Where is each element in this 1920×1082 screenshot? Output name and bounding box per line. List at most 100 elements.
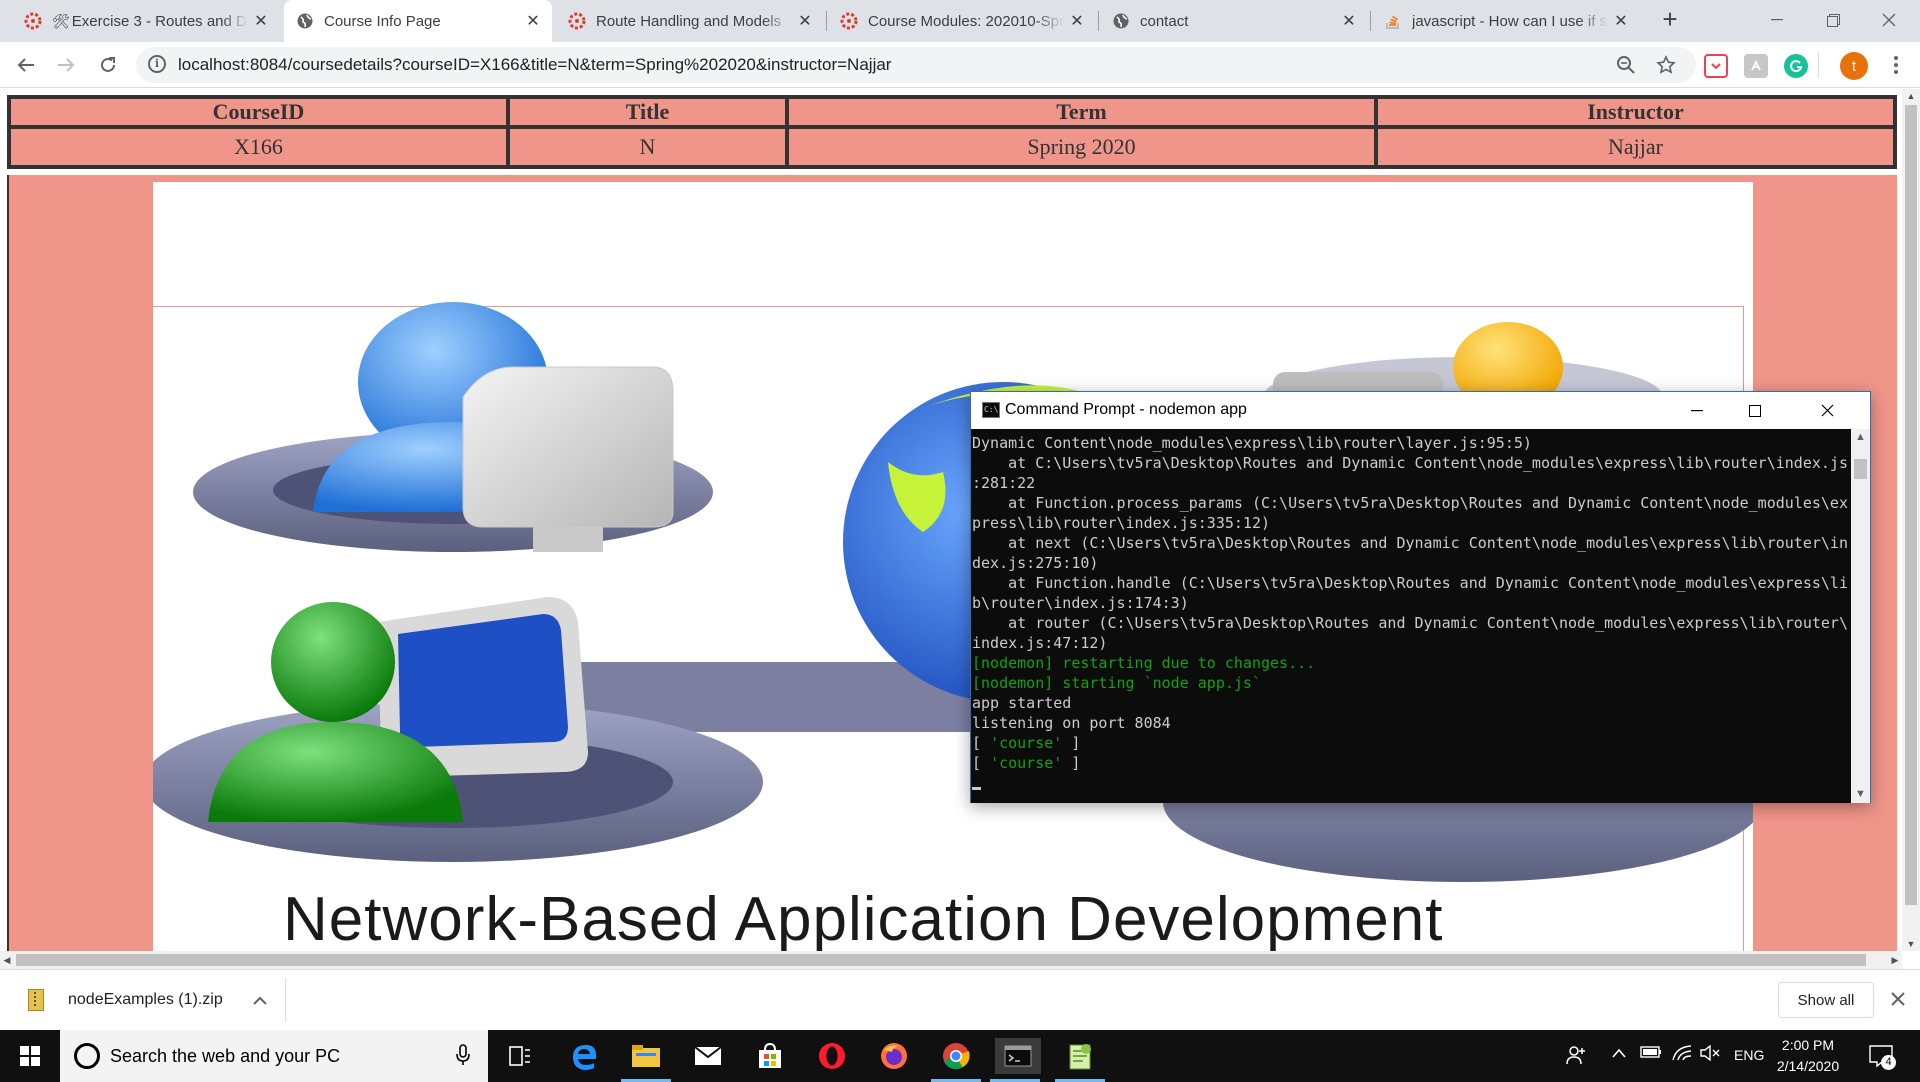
table-row: X166 N Spring 2020 Najjar	[9, 127, 1895, 167]
bookmark-star-icon[interactable]	[1654, 53, 1678, 77]
header-title: Title	[508, 97, 787, 127]
battery-icon[interactable]	[1640, 1045, 1662, 1062]
console-line: Dynamic Content\node_modules\express\lib…	[972, 434, 1532, 452]
cmd-taskbar-icon[interactable]	[990, 1038, 1041, 1082]
scroll-up-arrow-icon[interactable]: ▲	[1851, 429, 1870, 446]
cmd-minimize-icon[interactable]	[1668, 392, 1726, 429]
scroll-down-arrow-icon[interactable]: ▼	[1851, 786, 1870, 803]
clock-date: 2/14/2020	[1776, 1058, 1840, 1074]
address-bar[interactable]: i localhost:8084/coursedetails?courseID=…	[136, 47, 1696, 83]
toolbar-divider	[1818, 52, 1819, 78]
mail-icon[interactable]	[688, 1038, 728, 1074]
opera-icon[interactable]	[812, 1038, 852, 1074]
store-icon[interactable]	[750, 1038, 790, 1074]
microphone-icon[interactable]	[456, 1044, 470, 1071]
restore-icon[interactable]	[1810, 0, 1856, 40]
firefox-icon[interactable]	[874, 1038, 914, 1074]
edge-icon[interactable]	[564, 1038, 604, 1074]
cmd-console-output[interactable]: Dynamic Content\node_modules\express\lib…	[971, 429, 1851, 803]
scroll-right-arrow-icon[interactable]: ▶	[1888, 951, 1902, 969]
language-indicator[interactable]: ENG	[1734, 1047, 1764, 1063]
page-vertical-scrollbar[interactable]: ▲ ▼	[1902, 89, 1920, 951]
wifi-icon[interactable]	[1672, 1045, 1692, 1065]
close-tab-icon[interactable]: ✕	[792, 11, 818, 31]
console-line: listening on port 8084	[972, 714, 1171, 732]
close-shelf-icon[interactable]	[1884, 984, 1912, 1014]
header-courseid: CourseID	[9, 97, 508, 127]
url-text[interactable]: localhost:8084/coursedetails?courseID=X1…	[178, 55, 891, 75]
close-window-icon[interactable]	[1866, 0, 1912, 40]
cmd-scrollbar[interactable]: ▲ ▼	[1851, 429, 1870, 803]
console-string: 'course'	[990, 734, 1063, 752]
tab-stackoverflow[interactable]: javascript - How can I use if statement …	[1372, 0, 1640, 42]
close-tab-icon[interactable]: ✕	[1064, 11, 1090, 31]
reload-icon[interactable]	[92, 49, 124, 81]
page-horizontal-scrollbar[interactable]: ◀ ▶	[0, 951, 1902, 969]
forward-arrow-icon[interactable]	[50, 49, 82, 81]
taskbar-search-box[interactable]: Search the web and your PC	[60, 1030, 488, 1082]
download-item[interactable]: nodeExamples (1).zip	[14, 978, 286, 1022]
scroll-left-arrow-icon[interactable]: ◀	[0, 951, 14, 969]
tab-separator	[1098, 11, 1099, 31]
zoom-icon[interactable]	[1614, 53, 1638, 77]
page-scroll-thumb[interactable]	[1905, 105, 1917, 905]
cmd-scroll-thumb[interactable]	[1854, 459, 1867, 479]
cmd-maximize-icon[interactable]	[1726, 392, 1784, 429]
chevron-up-icon[interactable]	[253, 992, 267, 1008]
scroll-up-arrow-icon[interactable]: ▲	[1902, 89, 1920, 103]
console-line: app started	[972, 694, 1072, 712]
page-viewport: CourseID Title Term Instructor X166 N Sp…	[0, 89, 1902, 951]
console-line: at router (C:\Users\tv5ra\Desktop\Routes…	[972, 614, 1848, 632]
console-cursor-line	[972, 773, 1851, 793]
people-icon[interactable]	[1565, 1045, 1587, 1069]
banner-caption: Network-Based Application Development	[283, 885, 1444, 951]
course-info-table: CourseID Title Term Instructor X166 N Sp…	[7, 95, 1897, 169]
tab-course-modules[interactable]: Course Modules: 202010-Spring ✕	[828, 0, 1096, 42]
tab-contact[interactable]: contact ✕	[1100, 0, 1368, 42]
extension-icon[interactable]	[1744, 54, 1768, 78]
minimize-icon[interactable]	[1754, 0, 1800, 40]
profile-avatar[interactable]: t	[1840, 52, 1868, 80]
tab-title: Course Modules: 202010-Spring	[868, 12, 1064, 30]
tab-course-info[interactable]: Course Info Page ✕	[284, 0, 552, 42]
download-filename[interactable]: nodeExamples (1).zip	[68, 991, 253, 1009]
console-line-nodemon: [nodemon] restarting due to changes...	[972, 654, 1316, 672]
pocket-icon[interactable]	[1704, 54, 1728, 78]
console-line: at Function.process_params (C:\Users\tv5…	[972, 494, 1848, 512]
console-line: dex.js:275:10)	[972, 554, 1099, 572]
chevron-up-icon[interactable]	[1612, 1045, 1626, 1062]
volume-muted-icon[interactable]	[1700, 1044, 1722, 1065]
console-line: at C:\Users\tv5ra\Desktop\Routes and Dyn…	[972, 454, 1848, 472]
cmd-close-icon[interactable]	[1784, 392, 1870, 429]
chrome-menu-icon[interactable]	[1880, 49, 1912, 81]
site-info-icon[interactable]: i	[148, 55, 166, 73]
monitor-stand	[533, 527, 603, 552]
grammarly-icon[interactable]	[1784, 54, 1808, 78]
chrome-icon[interactable]	[931, 1038, 981, 1082]
command-prompt-window[interactable]: C:\ Command Prompt - nodemon app Dynamic…	[970, 391, 1871, 803]
new-tab-button[interactable]: +	[1656, 6, 1684, 34]
cmd-titlebar[interactable]: C:\ Command Prompt - nodemon app	[971, 392, 1870, 429]
taskbar-clock[interactable]: 2:00 PM 2/14/2020	[1770, 1035, 1846, 1077]
cell-courseid: X166	[9, 127, 508, 167]
close-tab-icon[interactable]: ✕	[1608, 11, 1634, 31]
file-explorer-icon[interactable]	[621, 1038, 671, 1082]
page-hscroll-thumb[interactable]	[16, 954, 1866, 966]
notepadpp-icon[interactable]	[1055, 1038, 1105, 1082]
tab-route-handling[interactable]: Route Handling and Models ✕	[556, 0, 824, 42]
cell-title: N	[508, 127, 787, 167]
close-tab-icon[interactable]: ✕	[1336, 11, 1362, 31]
scroll-down-arrow-icon[interactable]: ▼	[1902, 937, 1920, 951]
globe-icon	[1112, 12, 1130, 30]
show-all-button[interactable]: Show all	[1778, 982, 1874, 1018]
browser-toolbar: i localhost:8084/coursedetails?courseID=…	[0, 42, 1920, 88]
task-view-icon[interactable]	[500, 1038, 540, 1074]
back-arrow-icon[interactable]	[10, 49, 42, 81]
windows-start-icon[interactable]	[0, 1030, 60, 1082]
action-center-icon[interactable]: 4	[1868, 1042, 1896, 1070]
cmd-title: Command Prompt - nodemon app	[1005, 401, 1247, 418]
close-tab-icon[interactable]: ✕	[520, 11, 546, 31]
close-tab-icon[interactable]: ✕	[248, 11, 274, 31]
tab-exercise-3[interactable]: 🛠 Exercise 3 - Routes and Dynamic Conten…	[12, 0, 280, 42]
console-string: 'course'	[990, 754, 1063, 772]
